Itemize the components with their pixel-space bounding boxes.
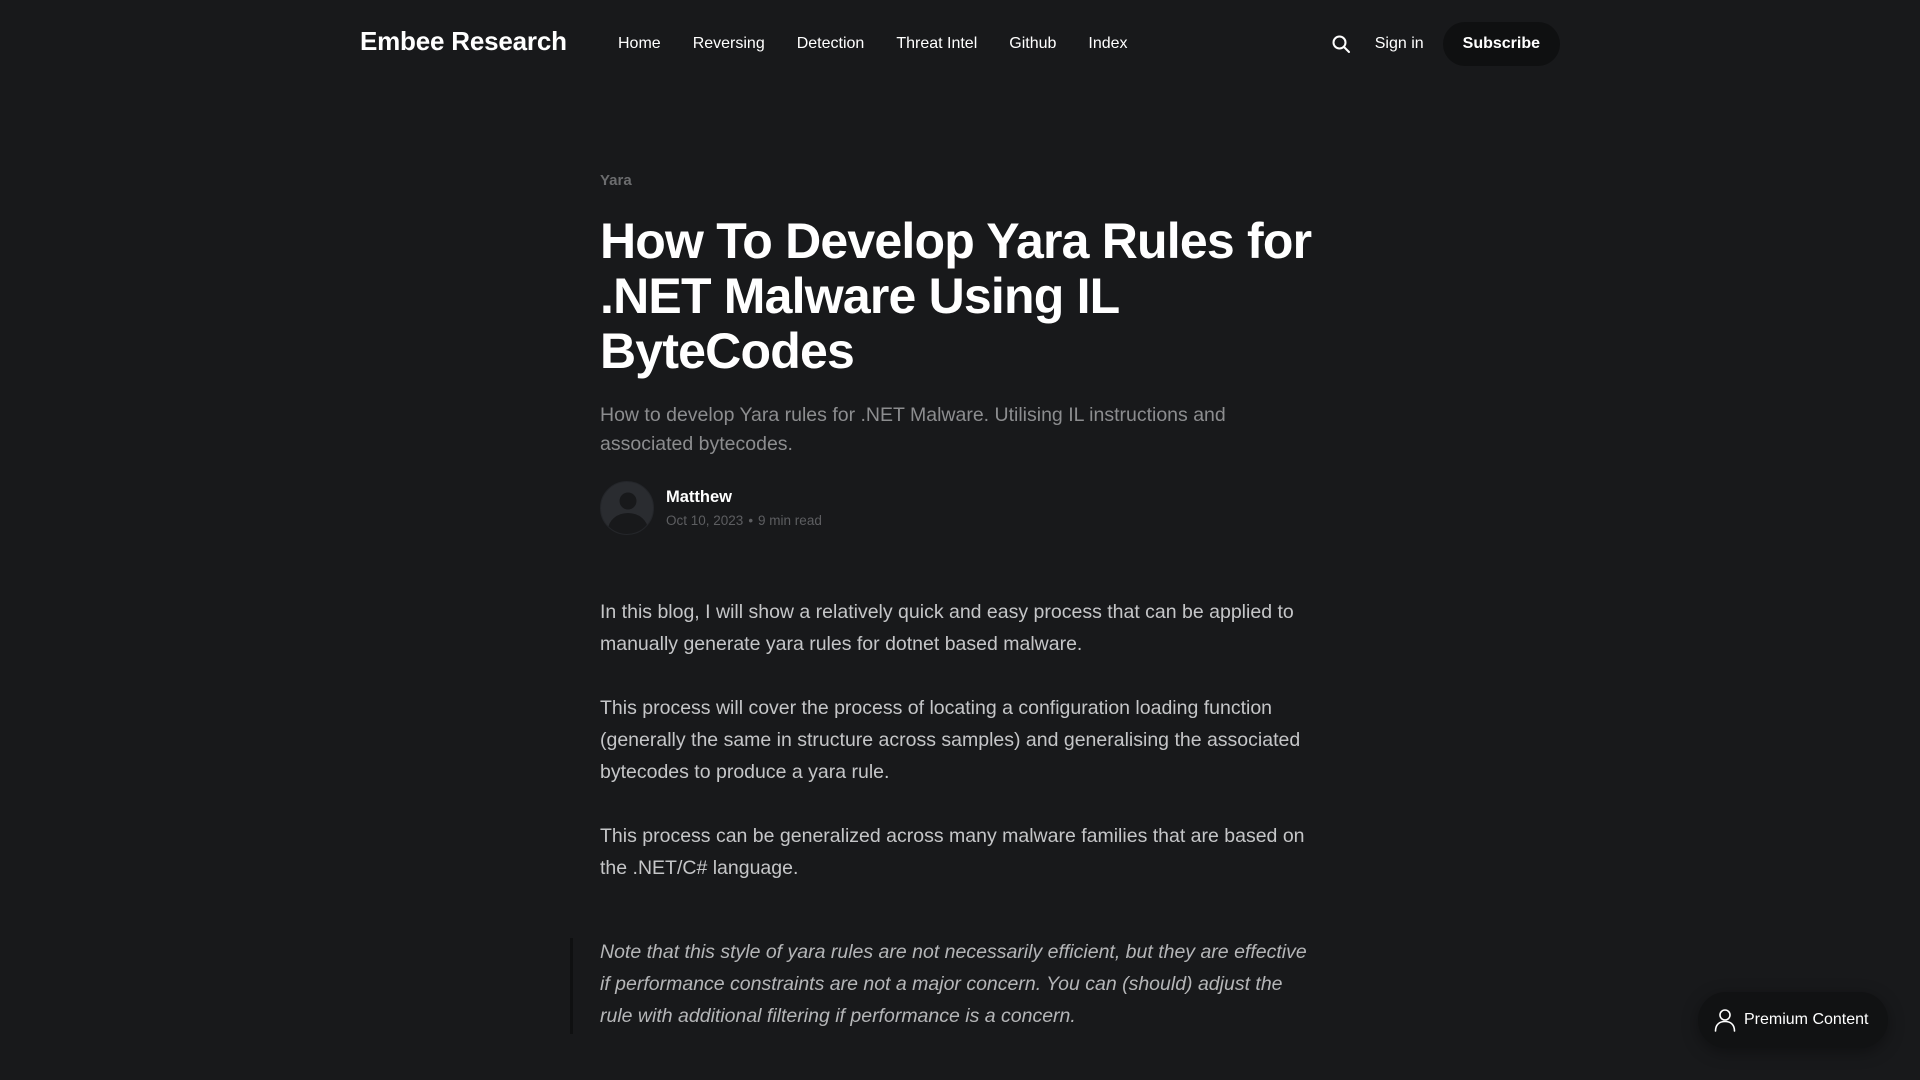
subscribe-button[interactable]: Subscribe: [1442, 22, 1560, 66]
blockquote-text: Note that this style of yara rules are n…: [600, 941, 1307, 1027]
search-icon: [1332, 35, 1350, 53]
nav-item-home[interactable]: Home: [618, 32, 661, 56]
nav-item-index[interactable]: Index: [1088, 32, 1127, 56]
byline: Matthew Oct 10, 2023 • 9 min read: [600, 481, 1320, 535]
article-content: In this blog, I will show a relatively q…: [570, 596, 1320, 1034]
site-header: Embee Research Home Reversing Detection …: [0, 0, 1920, 88]
paragraph: In this blog, I will show a relatively q…: [600, 601, 1294, 655]
article-title: How To Develop Yara Rules for .NET Malwa…: [600, 213, 1312, 379]
article-tag[interactable]: Yara: [600, 170, 632, 192]
paragraph: This process can be generalized across m…: [600, 825, 1305, 879]
user-icon: [1714, 1009, 1736, 1032]
article-excerpt: How to develop Yara rules for .NET Malwa…: [600, 404, 1226, 455]
premium-content-button[interactable]: Premium Content: [1698, 992, 1888, 1048]
search-button[interactable]: [1329, 32, 1353, 56]
header-actions: Sign in Subscribe: [1329, 22, 1560, 66]
blockquote: Note that this style of yara rules are n…: [570, 938, 1320, 1034]
site-logo[interactable]: Embee Research: [360, 24, 567, 58]
read-time: 9 min read: [758, 513, 822, 528]
author-name[interactable]: Matthew: [666, 488, 732, 506]
user-avatar-icon: [608, 492, 648, 534]
article-meta: Oct 10, 2023 • 9 min read: [666, 512, 822, 530]
premium-content-label: Premium Content: [1744, 1011, 1869, 1028]
main-nav: Home Reversing Detection Threat Intel Gi…: [618, 32, 1160, 56]
nav-item-github[interactable]: Github: [1009, 32, 1056, 56]
nav-item-detection[interactable]: Detection: [797, 32, 865, 56]
publish-date: Oct 10, 2023: [666, 513, 744, 528]
nav-item-reversing[interactable]: Reversing: [693, 32, 765, 56]
paragraph: This process will cover the process of l…: [600, 697, 1301, 783]
author-avatar[interactable]: [600, 481, 654, 535]
meta-separator: •: [748, 513, 754, 528]
sign-in-link[interactable]: Sign in: [1375, 35, 1424, 53]
nav-item-threat-intel[interactable]: Threat Intel: [896, 32, 977, 56]
article-header: Yara How To Develop Yara Rules for .NET …: [600, 170, 1320, 535]
byline-text: Matthew Oct 10, 2023 • 9 min read: [666, 486, 822, 530]
